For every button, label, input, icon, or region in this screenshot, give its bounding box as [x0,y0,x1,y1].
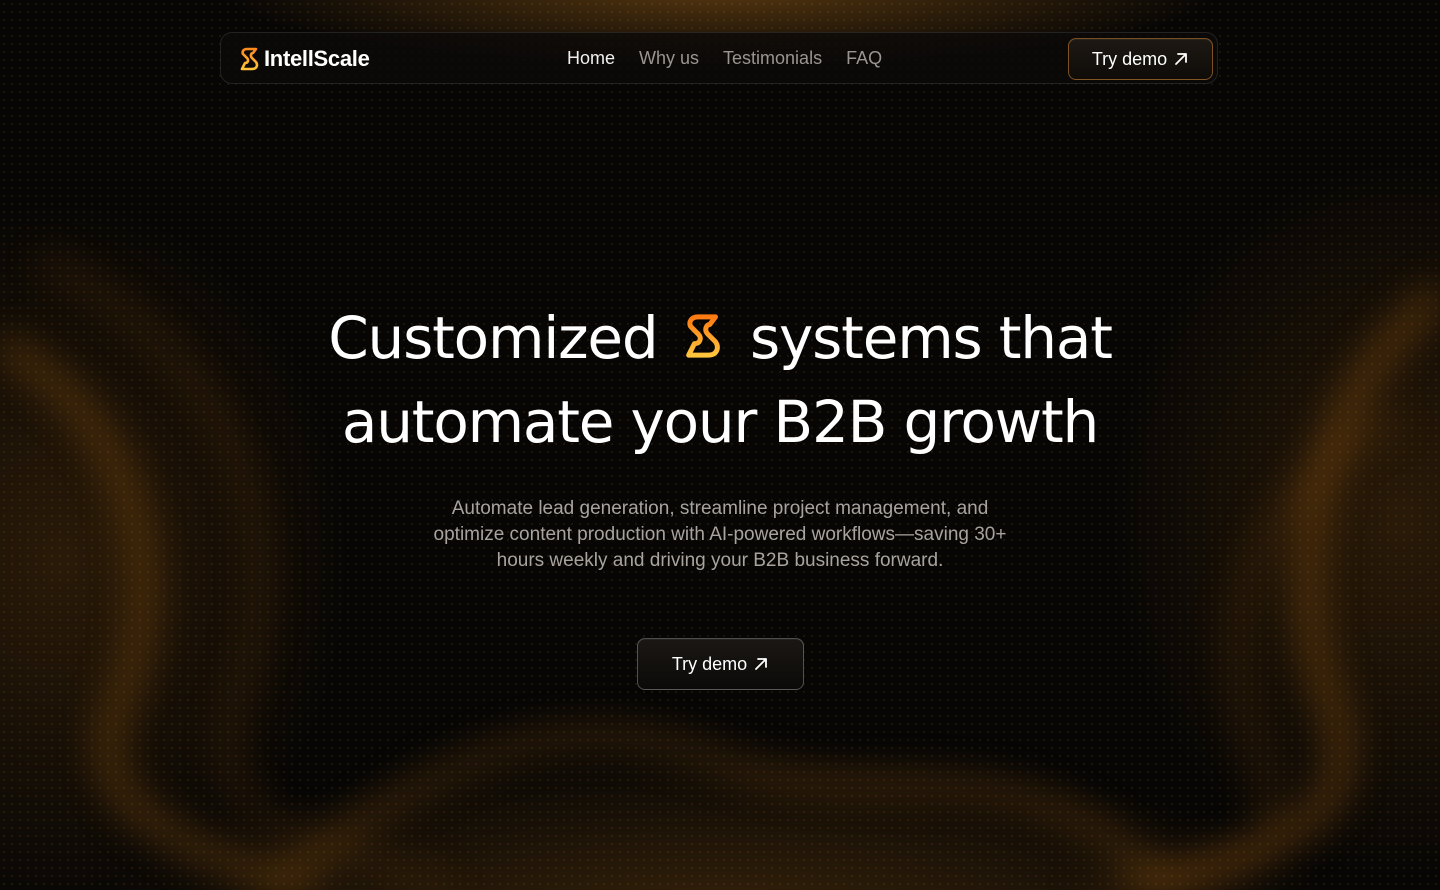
nav-link-why-us[interactable]: Why us [639,47,699,69]
hero-title-part1: Customized [328,304,658,372]
nav-try-demo-button[interactable]: Try demo [1068,38,1213,80]
top-navbar: IntellScale Home Why us Testimonials FAQ… [220,32,1218,84]
hero-try-demo-button[interactable]: Try demo [637,638,804,690]
s-logo-icon [240,47,259,71]
hero-try-demo-label: Try demo [671,653,748,674]
brand[interactable]: IntellScale [238,45,370,73]
hero-title-line2: automate your B2B growth [341,388,1099,456]
nav-link-home[interactable]: Home [567,47,615,69]
brand-name: IntellScale [264,46,370,71]
nav-links: Home Why us Testimonials FAQ [567,47,882,69]
arrow-up-right-icon [1175,53,1188,65]
nav-link-testimonials[interactable]: Testimonials [723,47,822,69]
arrow-up-right-icon [755,658,768,670]
nav-link-faq[interactable]: FAQ [846,47,882,69]
s-logo-icon [685,314,720,358]
nav-try-demo-label: Try demo [1091,48,1168,69]
landing-page: IntellScale Home Why us Testimonials FAQ… [0,0,1440,890]
hero-subtitle: Automate lead generation, streamline pro… [433,498,1007,571]
hero-title-part2: systems that [750,304,1113,372]
hero-title: Customized systems that automate your B2… [220,296,1220,464]
